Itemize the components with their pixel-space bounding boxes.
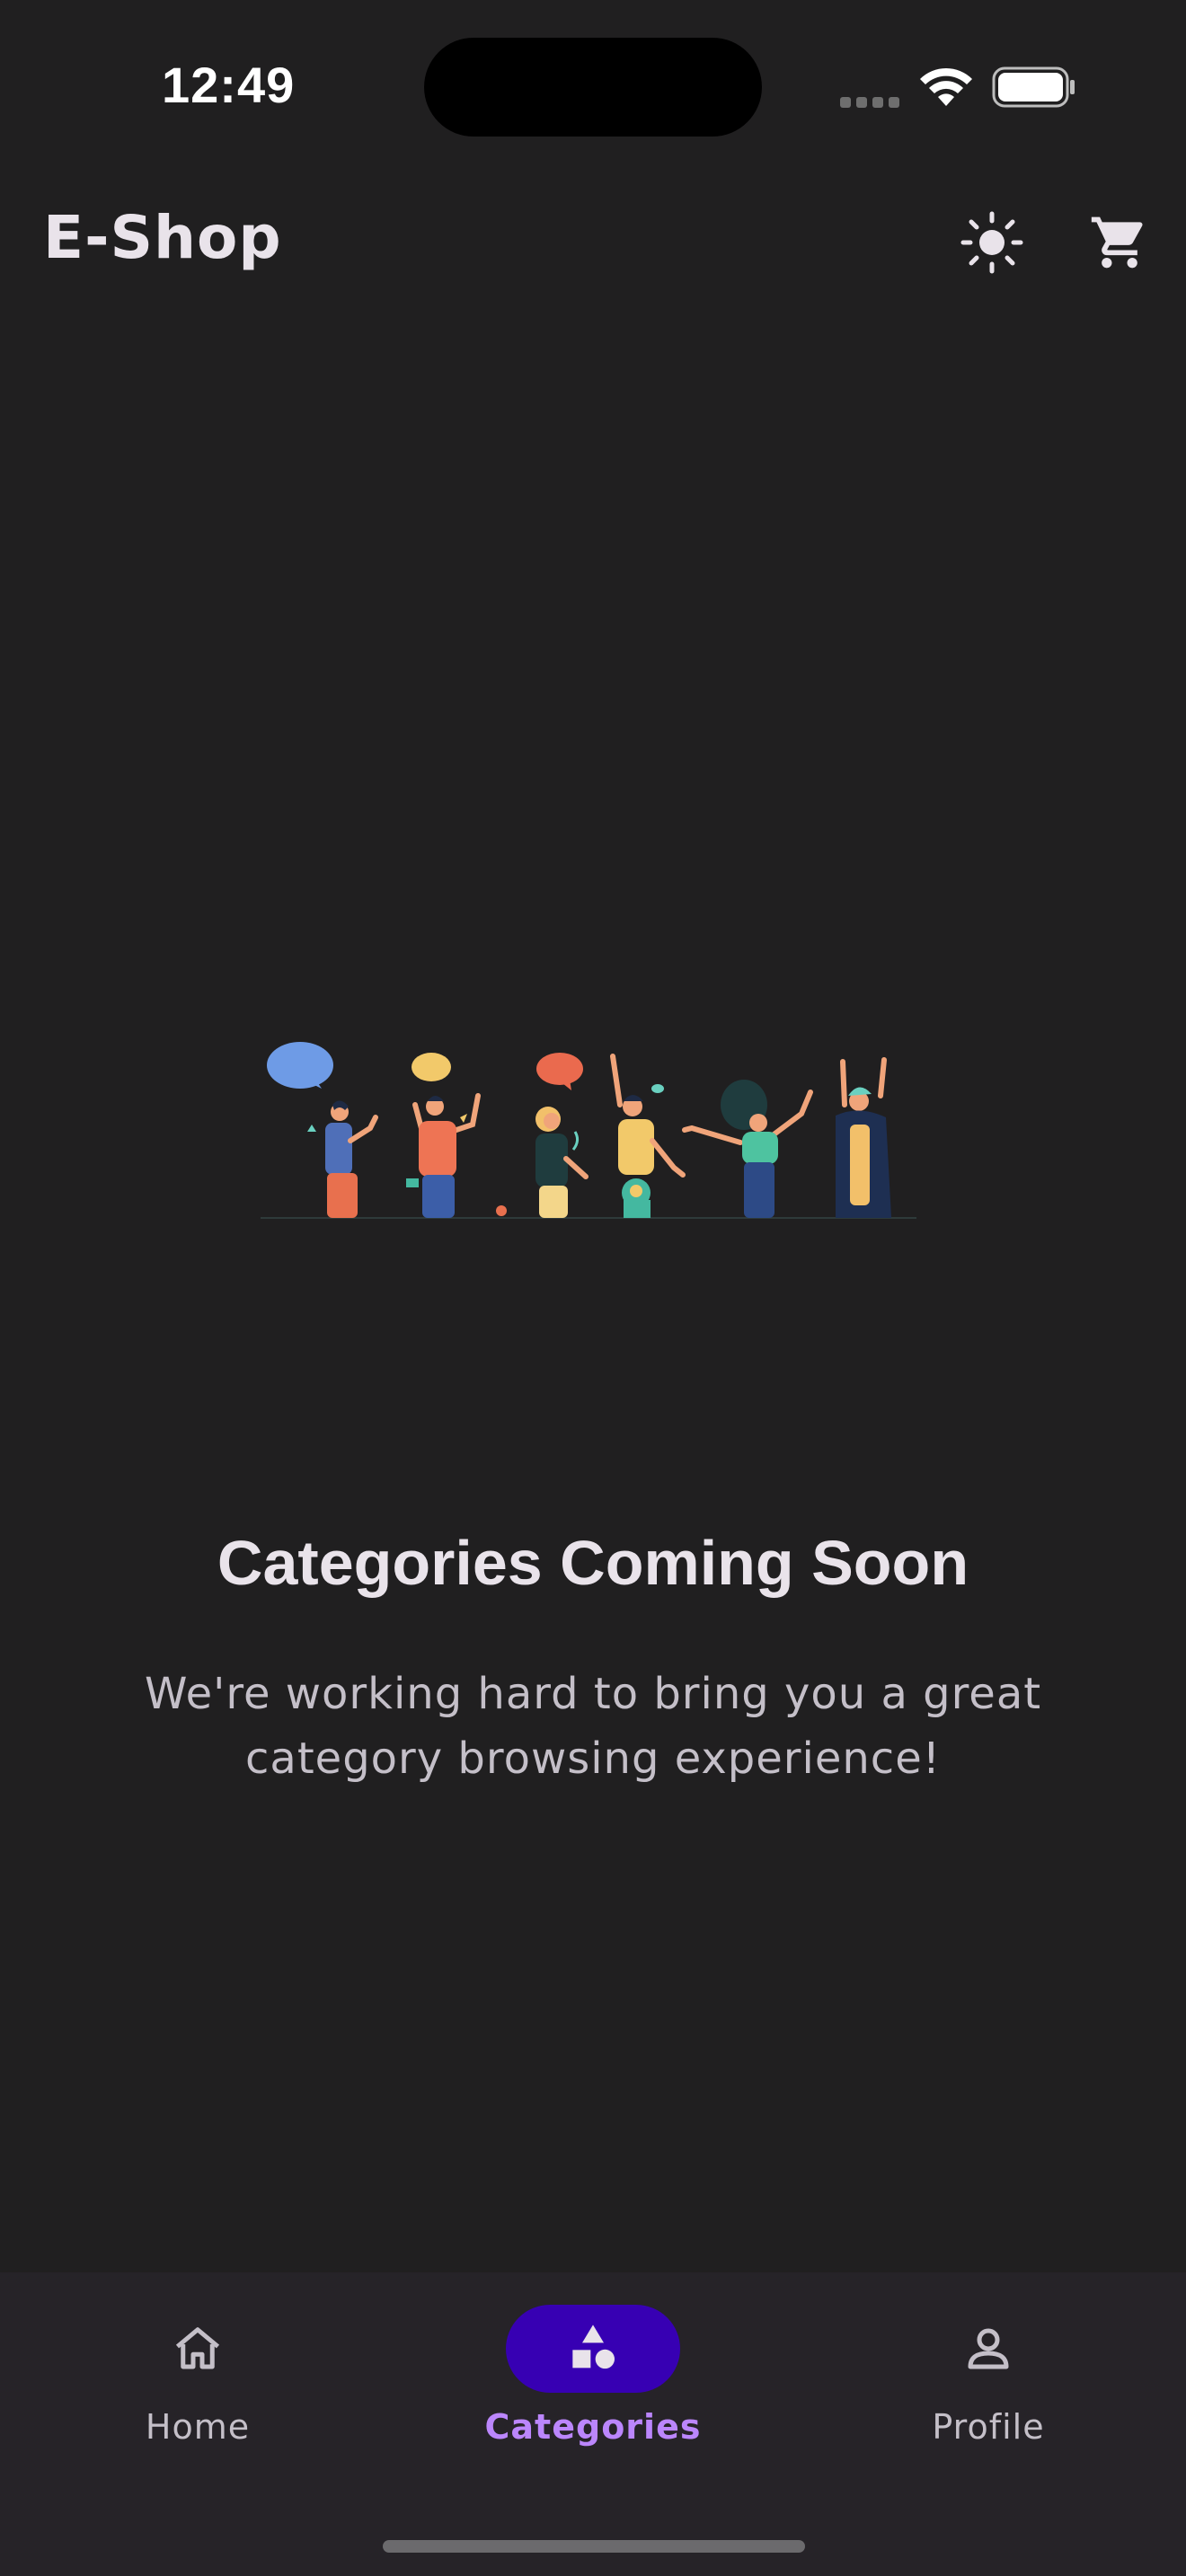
app-title: E-Shop <box>43 203 282 272</box>
nav-item-profile[interactable]: Profile <box>854 2305 1123 2475</box>
dynamic-island <box>424 38 762 137</box>
nav-pill-profile <box>901 2305 1075 2393</box>
nav-label-categories: Categories <box>484 2407 702 2447</box>
people-celebrating-illustration <box>252 1042 934 1231</box>
home-indicator[interactable] <box>383 2540 805 2553</box>
cart-button[interactable] <box>1076 199 1163 286</box>
empty-state-message: We're working hard to bring you a great … <box>144 1669 1042 1784</box>
nav-item-categories[interactable]: Categories <box>458 2305 728 2475</box>
bottom-navigation-bar: Home Categories Profile <box>0 2272 1186 2576</box>
battery-icon <box>992 66 1076 111</box>
wifi-icon <box>918 65 974 111</box>
cart-icon <box>1091 216 1143 269</box>
nav-label-home: Home <box>145 2407 251 2447</box>
empty-state-title: Categories Coming Soon <box>217 1528 969 1598</box>
status-bar: 12:49 <box>0 0 1186 171</box>
status-time: 12:49 <box>162 57 296 113</box>
person-icon <box>968 2328 1009 2369</box>
nav-pill-home <box>111 2305 285 2393</box>
cellular-signal-icon <box>840 94 905 111</box>
app-bar: E-Shop <box>0 171 1186 314</box>
home-icon <box>175 2327 220 2369</box>
shapes-icon <box>572 2325 615 2369</box>
sun-icon <box>960 211 1023 274</box>
nav-item-home[interactable]: Home <box>63 2305 332 2475</box>
nav-label-profile: Profile <box>932 2407 1045 2447</box>
theme-toggle-button[interactable] <box>949 199 1035 286</box>
nav-pill-categories-selected <box>506 2305 680 2393</box>
